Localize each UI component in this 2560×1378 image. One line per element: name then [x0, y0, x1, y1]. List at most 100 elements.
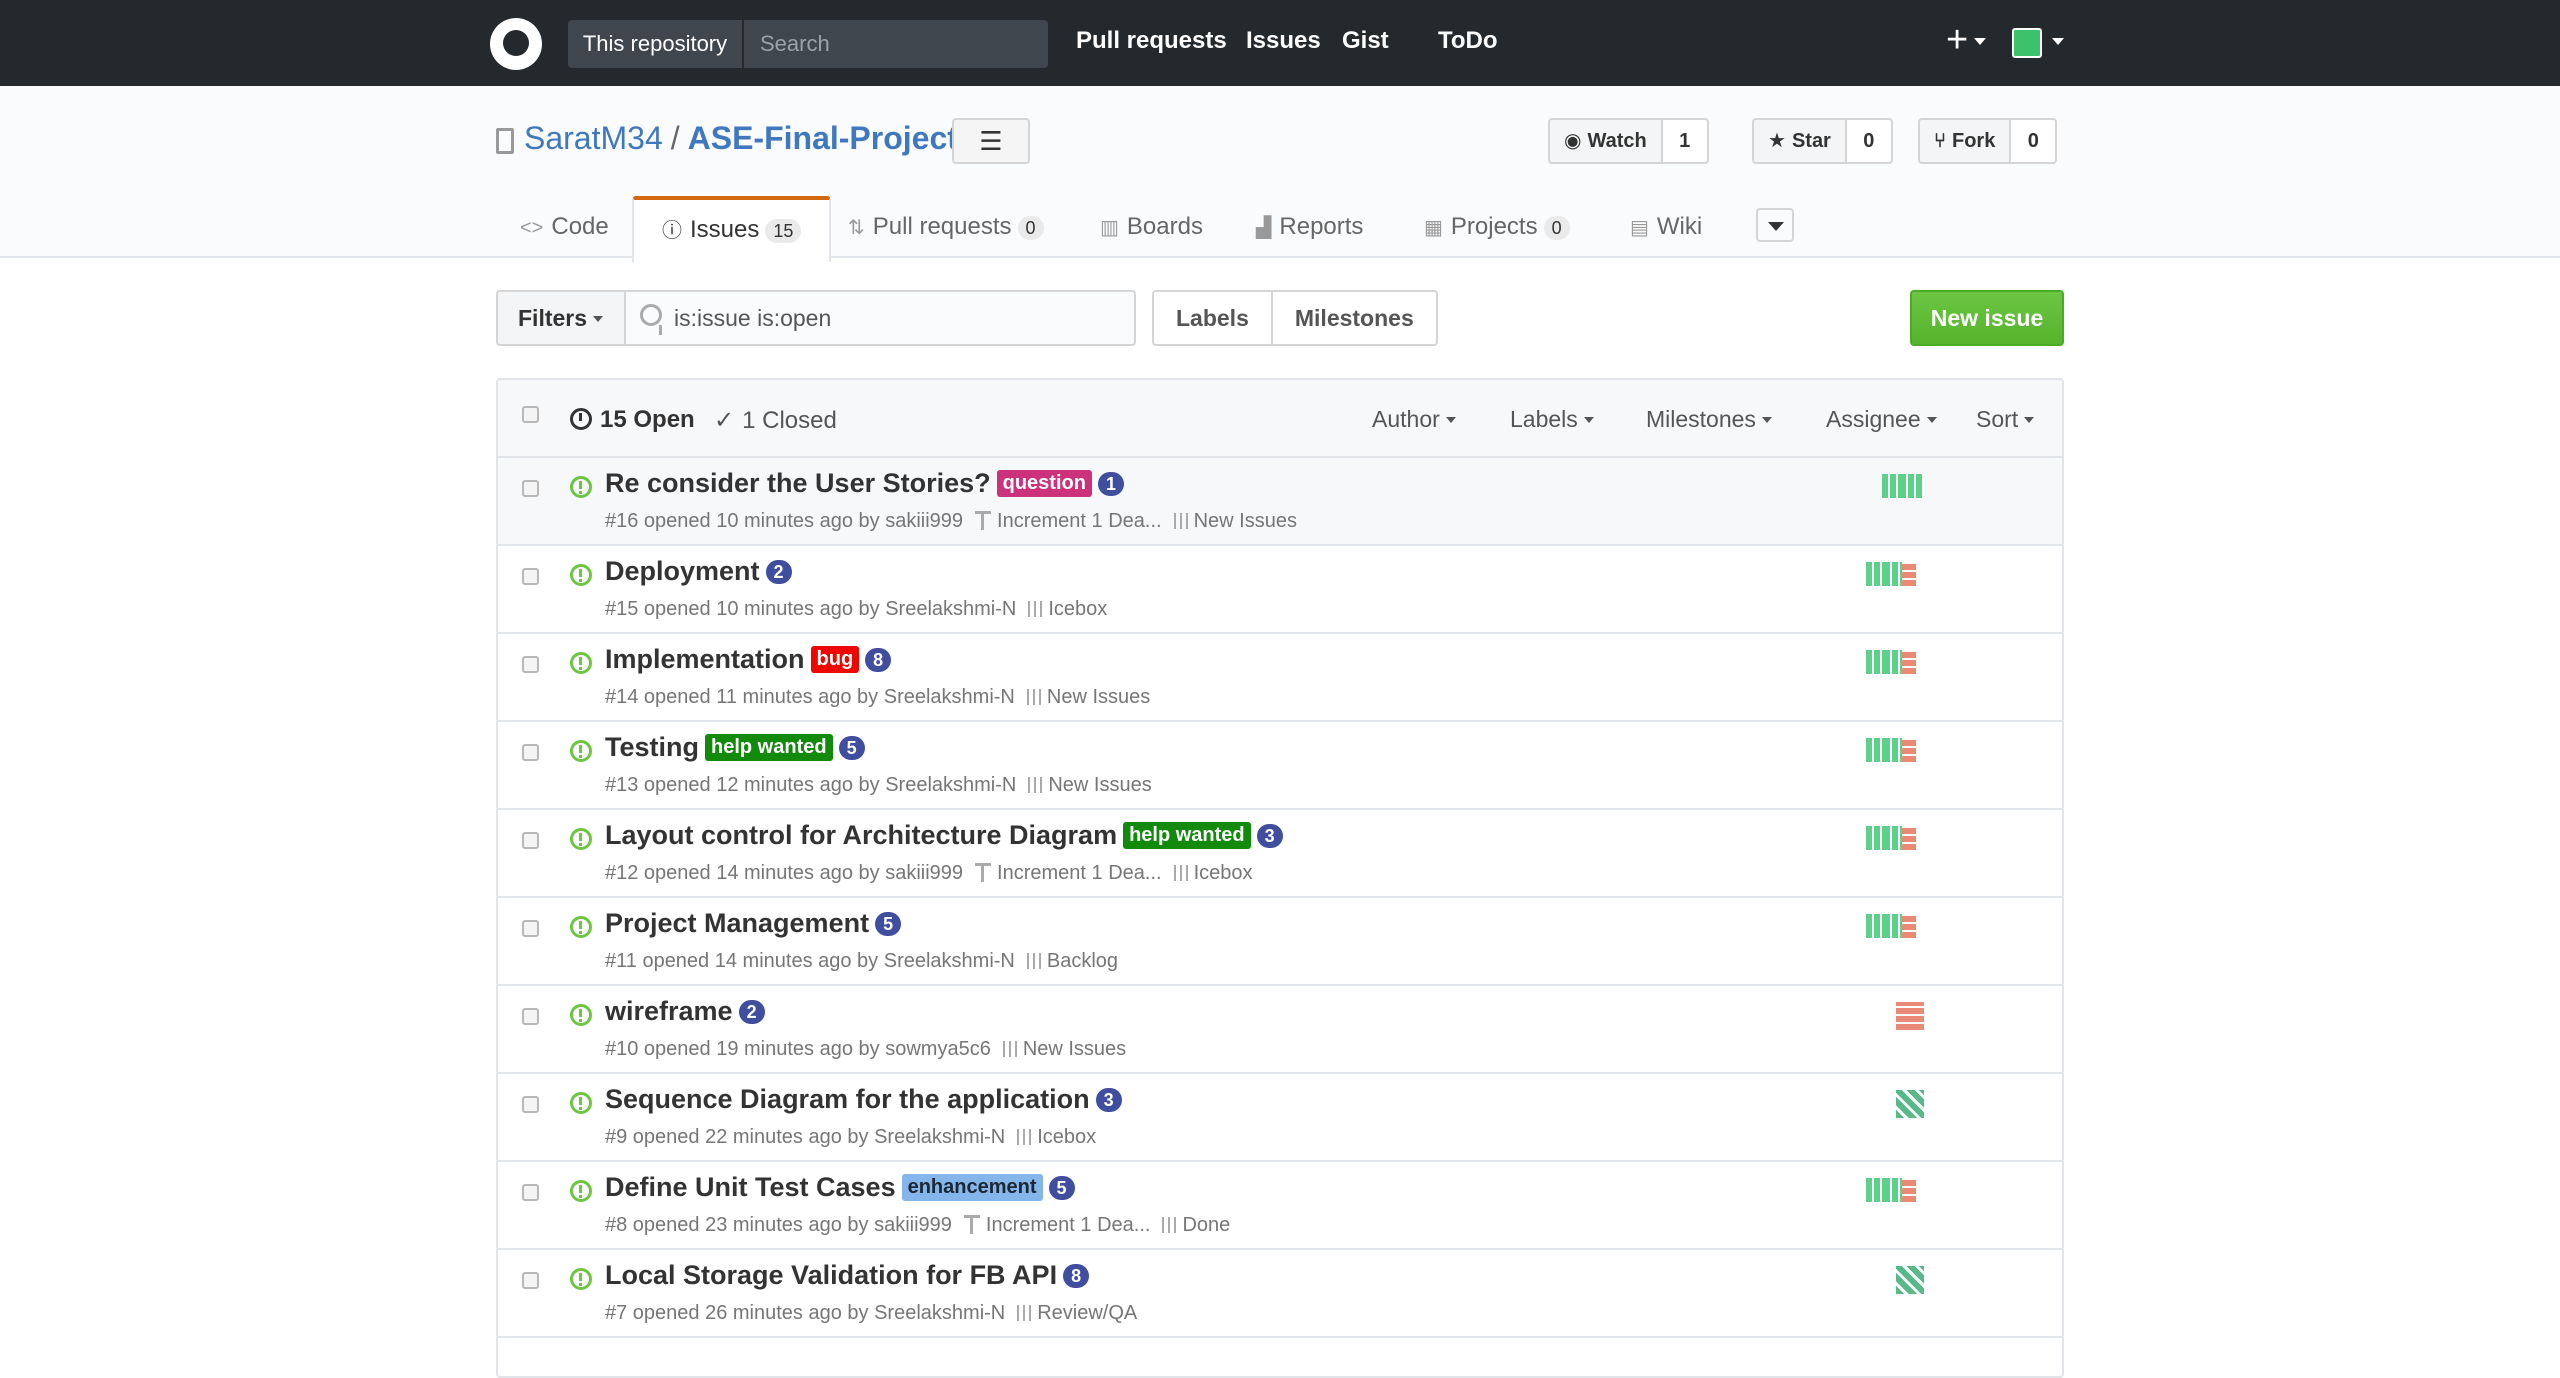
- issue-title-link[interactable]: Implementation: [605, 644, 805, 674]
- issue-row[interactable]: Define Unit Test Cases enhancement 5 #8 op…: [498, 1162, 2062, 1250]
- issue-checkbox[interactable]: [522, 1096, 539, 1113]
- issue-row[interactable]: Layout control for Architecture Diagram h…: [498, 810, 2062, 898]
- issue-title-link[interactable]: Define Unit Test Cases: [605, 1172, 896, 1202]
- milestone-link[interactable]: Increment 1 Dea...: [963, 1214, 1150, 1237]
- milestone-link[interactable]: Increment 1 Dea...: [975, 510, 1162, 533]
- board-column-link[interactable]: Done: [1162, 1214, 1230, 1237]
- board-column-link[interactable]: Icebox: [1028, 598, 1107, 621]
- tab-projects[interactable]: ▦ Projects 0: [1424, 196, 1570, 260]
- issue-label[interactable]: bug: [810, 646, 860, 673]
- avatar[interactable]: [1900, 474, 1924, 498]
- issue-checkbox[interactable]: [522, 1184, 539, 1201]
- board-column-link[interactable]: New Issues: [1173, 510, 1297, 533]
- author-filter[interactable]: Author: [1372, 406, 1456, 433]
- avatar[interactable]: [1896, 1266, 1924, 1294]
- github-logo-icon[interactable]: [490, 18, 542, 70]
- issue-search-input[interactable]: [674, 292, 1124, 344]
- issue-label[interactable]: help wanted: [705, 734, 833, 761]
- issue-title-link[interactable]: Re consider the User Stories?: [605, 468, 991, 498]
- nav-todo[interactable]: ToDo: [1438, 27, 1498, 55]
- tab-boards[interactable]: ▥ Boards: [1100, 196, 1203, 260]
- issue-checkbox[interactable]: [522, 744, 539, 761]
- issue-checkbox[interactable]: [522, 832, 539, 849]
- milestone-link[interactable]: Increment 1 Dea...: [975, 862, 1162, 885]
- milestones-link[interactable]: Milestones: [1272, 290, 1438, 346]
- comment-count-badge[interactable]: 2: [738, 999, 765, 1024]
- more-tabs-button[interactable]: [1756, 208, 1794, 242]
- comment-count-badge[interactable]: 3: [1095, 1087, 1122, 1112]
- create-new-icon[interactable]: +: [1946, 21, 1968, 59]
- issue-title-link[interactable]: Layout control for Architecture Diagram: [605, 820, 1117, 850]
- issue-title-link[interactable]: Project Management: [605, 908, 869, 938]
- watch-button[interactable]: ◉ Watch: [1548, 118, 1663, 164]
- avatar[interactable]: [1902, 562, 1916, 586]
- board-column-link[interactable]: Icebox: [1017, 1126, 1096, 1149]
- watch-count[interactable]: 1: [1662, 118, 1709, 164]
- board-column-link[interactable]: Backlog: [1026, 950, 1118, 973]
- comment-count-badge[interactable]: 3: [1256, 823, 1283, 848]
- comment-count-badge[interactable]: 8: [1063, 1263, 1090, 1288]
- search-input[interactable]: [746, 20, 1046, 68]
- tab-pull-requests[interactable]: ⇅ Pull requests 0: [848, 196, 1044, 260]
- board-column-link[interactable]: Review/QA: [1017, 1302, 1137, 1325]
- avatar[interactable]: [1902, 826, 1916, 850]
- tab-issues[interactable]: ⓘ Issues 15: [632, 196, 832, 262]
- issue-title-link[interactable]: Testing: [605, 732, 699, 762]
- star-button[interactable]: ★ Star: [1752, 118, 1847, 164]
- issue-row[interactable]: Re consider the User Stories? question 1 #…: [498, 458, 2062, 546]
- issue-row[interactable]: Project Management 5 #11 opened 14 minute…: [498, 898, 2062, 986]
- avatar[interactable]: [1896, 1090, 1924, 1118]
- issue-label[interactable]: enhancement: [901, 1174, 1043, 1201]
- repo-owner-link[interactable]: SaratM34: [524, 120, 663, 156]
- tab-wiki[interactable]: ▤ Wiki: [1630, 196, 1702, 260]
- fork-count[interactable]: 0: [2011, 118, 2058, 164]
- select-all-checkbox[interactable]: [522, 406, 539, 423]
- nav-issues[interactable]: Issues: [1246, 27, 1321, 55]
- issue-row[interactable]: Sequence Diagram for the application 3 #9…: [498, 1074, 2062, 1162]
- issue-title-link[interactable]: Local Storage Validation for FB API: [605, 1260, 1057, 1290]
- tab-code[interactable]: <> Code: [520, 196, 609, 260]
- user-avatar[interactable]: [2012, 28, 2042, 58]
- issue-checkbox[interactable]: [522, 656, 539, 673]
- avatar[interactable]: [1896, 1002, 1924, 1030]
- new-issue-button[interactable]: New issue: [1910, 290, 2064, 346]
- comment-count-badge[interactable]: 2: [765, 559, 792, 584]
- sort-dropdown[interactable]: Sort: [1976, 406, 2035, 433]
- issue-title-link[interactable]: Sequence Diagram for the application: [605, 1084, 1090, 1114]
- comment-count-badge[interactable]: 5: [875, 911, 902, 936]
- issue-title-link[interactable]: Deployment: [605, 556, 760, 586]
- avatar[interactable]: [1902, 914, 1916, 938]
- comment-count-badge[interactable]: 1: [1097, 471, 1124, 496]
- labels-filter[interactable]: Labels: [1510, 406, 1594, 433]
- issue-row[interactable]: Testing help wanted 5 #13 opened 12 minute…: [498, 722, 2062, 810]
- avatar[interactable]: [1902, 738, 1916, 762]
- avatar[interactable]: [1902, 1178, 1916, 1202]
- issue-row[interactable]: Implementation bug 8 #14 opened 11 minutes…: [498, 634, 2062, 722]
- comment-count-badge[interactable]: 5: [838, 735, 865, 760]
- star-count[interactable]: 0: [1846, 118, 1893, 164]
- tab-reports[interactable]: ▟ Reports: [1256, 196, 1363, 260]
- list-menu-button[interactable]: ☰: [952, 118, 1030, 164]
- issue-row[interactable]: wireframe 2 #10 opened 19 minutes ago by …: [498, 986, 2062, 1074]
- comment-count-badge[interactable]: 5: [1048, 1175, 1075, 1200]
- nav-pull-requests[interactable]: Pull requests: [1076, 27, 1227, 55]
- board-column-link[interactable]: New Issues: [1002, 1038, 1126, 1061]
- nav-gist[interactable]: Gist: [1342, 27, 1389, 55]
- issue-checkbox[interactable]: [522, 1272, 539, 1289]
- filters-dropdown[interactable]: Filters: [496, 290, 626, 346]
- issue-checkbox[interactable]: [522, 480, 539, 497]
- fork-button[interactable]: ⑂ Fork: [1918, 118, 2012, 164]
- board-column-link[interactable]: Icebox: [1173, 862, 1253, 885]
- open-issues-link[interactable]: 15 Open: [570, 406, 695, 434]
- closed-issues-link[interactable]: ✓ 1 Closed: [714, 406, 837, 435]
- board-column-link[interactable]: New Issues: [1028, 774, 1152, 797]
- avatar[interactable]: [1902, 650, 1916, 674]
- issue-label[interactable]: help wanted: [1123, 822, 1251, 849]
- issue-checkbox[interactable]: [522, 920, 539, 937]
- board-column-link[interactable]: New Issues: [1026, 686, 1150, 709]
- assignee-filter[interactable]: Assignee: [1826, 406, 1937, 433]
- comment-count-badge[interactable]: 8: [865, 647, 892, 672]
- issue-checkbox[interactable]: [522, 1008, 539, 1025]
- milestones-filter[interactable]: Milestones: [1646, 406, 1772, 433]
- labels-link[interactable]: Labels: [1152, 290, 1273, 346]
